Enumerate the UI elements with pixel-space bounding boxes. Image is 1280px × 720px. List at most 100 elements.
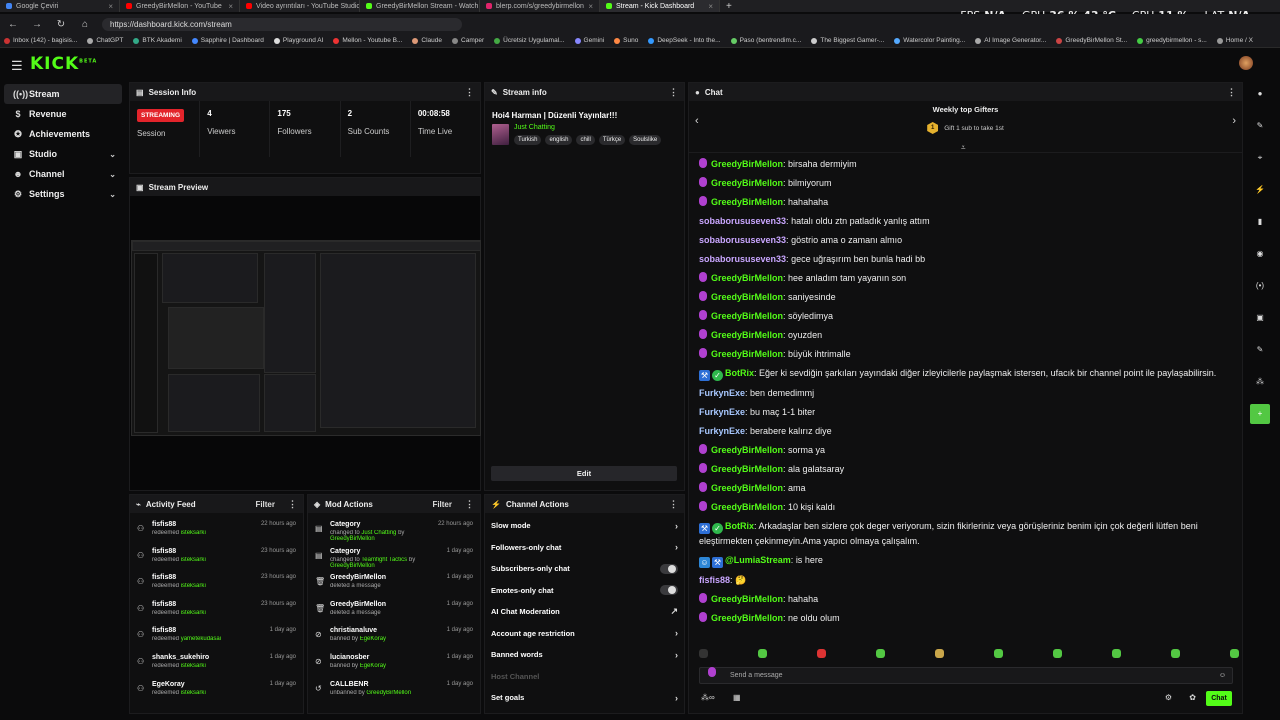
chat-username[interactable]: FurkynExe xyxy=(699,407,745,417)
channel-action-subscribers-only-chat[interactable]: Subscribers-only chat xyxy=(485,558,684,580)
chat-username[interactable]: GreedyBirMellon xyxy=(711,292,783,302)
channel-action-followers-only-chat[interactable]: Followers-only chat › xyxy=(485,537,684,559)
chat-username[interactable]: GreedyBirMellon xyxy=(711,330,783,340)
bookmark-item[interactable]: Camper xyxy=(452,37,484,44)
chat-username[interactable]: fisfis88 xyxy=(699,575,730,585)
gift-icon[interactable]: ✿ xyxy=(1189,693,1196,702)
chat-username[interactable]: GreedyBirMellon xyxy=(711,483,783,493)
browser-tab[interactable]: Google Çeviri × xyxy=(0,0,120,12)
chat-bubble-icon[interactable]: ◉ xyxy=(1250,244,1270,264)
points-icon[interactable]: ⁂∞ xyxy=(701,693,715,702)
mod-action-subject[interactable]: GreedyBirMellon xyxy=(330,601,441,608)
bookmark-item[interactable]: Sapphire | Dashboard xyxy=(191,37,264,44)
lightning-icon[interactable]: ⚡ xyxy=(1250,180,1270,200)
mod-action-subject[interactable]: Category xyxy=(330,548,441,555)
url-field[interactable]: https://dashboard.kick.com/stream xyxy=(102,17,462,31)
pencil-icon[interactable]: ✎ xyxy=(1250,116,1270,136)
chat-username[interactable]: BotRix xyxy=(725,368,754,378)
chat-username[interactable]: GreedyBirMellon xyxy=(711,273,783,283)
new-tab-icon[interactable]: + xyxy=(720,1,732,12)
pin-collapse-icon[interactable]: ⩡ xyxy=(961,143,966,153)
close-icon[interactable]: × xyxy=(708,2,713,11)
kick-logo[interactable]: KICKBETA xyxy=(30,54,97,74)
home-icon[interactable]: ⌂ xyxy=(78,19,92,30)
chat-username[interactable]: GreedyBirMellon xyxy=(711,502,783,512)
browser-tab[interactable]: GreedyBirMellon Stream - Watch× xyxy=(360,0,480,12)
chat-username[interactable]: sobaborususeven33 xyxy=(699,254,786,264)
chat-username[interactable]: GreedyBirMellon xyxy=(711,445,783,455)
emoji-icon[interactable]: ☺ xyxy=(1219,672,1226,679)
emote-icon[interactable] xyxy=(1230,649,1239,658)
sidebar-item-achievements[interactable]: ✪ Achievements xyxy=(4,124,122,144)
channel-action-ai-chat-moderation[interactable]: AI Chat Moderation ↗ xyxy=(485,601,684,623)
add-widget-icon[interactable]: + xyxy=(1250,404,1270,424)
chat-username[interactable]: sobaborususeven33 xyxy=(699,235,786,245)
emote-icon[interactable] xyxy=(994,649,1003,658)
sidebar-item-revenue[interactable]: $ Revenue xyxy=(4,104,122,124)
file-icon[interactable]: ▮ xyxy=(1250,212,1270,232)
close-icon[interactable]: × xyxy=(228,2,233,11)
chat-username[interactable]: BotRix xyxy=(725,521,754,531)
chat-username[interactable]: GreedyBirMellon xyxy=(711,349,783,359)
bookmark-item[interactable]: Playground AI xyxy=(273,37,323,44)
chat-username[interactable]: GreedyBirMellon xyxy=(711,159,783,169)
mod-action-subject[interactable]: christianaluve xyxy=(330,627,441,634)
menu-icon[interactable]: ☰ xyxy=(11,58,23,74)
emote-icon[interactable] xyxy=(876,649,885,658)
activity-user[interactable]: fisfis88 xyxy=(152,521,255,528)
channel-action-emotes-only-chat[interactable]: Emotes-only chat xyxy=(485,580,684,602)
bookmark-item[interactable]: ChatGPT xyxy=(87,37,123,44)
mod-action-subject[interactable]: lucianosber xyxy=(330,654,441,661)
chat-input[interactable]: Send a message ☺ xyxy=(699,667,1233,684)
calendar-icon[interactable]: ▦ xyxy=(733,693,741,702)
toggle-switch[interactable] xyxy=(660,585,678,596)
stream-preview-video[interactable] xyxy=(131,240,481,436)
browser-tab[interactable]: blerp.com/s/greedybirmellon × xyxy=(480,0,600,12)
activity-user[interactable]: fisfis88 xyxy=(152,574,255,581)
chat-username[interactable]: @LumiaStream xyxy=(725,555,791,565)
reload-icon[interactable]: ↻ xyxy=(54,19,68,30)
more-icon[interactable]: ⋮ xyxy=(669,499,678,510)
wrench-icon[interactable]: ✎ xyxy=(1250,340,1270,360)
browser-tab[interactable]: GreedyBirMellon - YouTube × xyxy=(120,0,240,12)
channel-action-banned-words[interactable]: Banned words › xyxy=(485,644,684,666)
toggle-switch[interactable] xyxy=(660,563,678,574)
channel-action-slow-mode[interactable]: Slow mode › xyxy=(485,515,684,537)
browser-tab[interactable]: Video ayrıntıları - YouTube Studio× xyxy=(240,0,360,12)
activity-user[interactable]: fisfis88 xyxy=(152,601,255,608)
more-icon[interactable]: ⋮ xyxy=(465,87,474,98)
sidebar-item-stream[interactable]: ((•)) Stream xyxy=(4,84,122,104)
bookmark-item[interactable]: Paso (bentrendim.c... xyxy=(730,37,801,44)
chat-username[interactable]: GreedyBirMellon xyxy=(711,178,783,188)
emote-icon[interactable] xyxy=(817,649,826,658)
user-avatar[interactable] xyxy=(1239,56,1253,70)
emote-icon[interactable] xyxy=(935,649,944,658)
activity-user[interactable]: shanks_sukehiro xyxy=(152,654,264,661)
chat-username[interactable]: FurkynExe xyxy=(699,426,745,436)
bookmark-item[interactable]: GreedyBirMellon St... xyxy=(1056,37,1127,44)
channel-action-account-age-restriction[interactable]: Account age restriction › xyxy=(485,623,684,645)
people-icon[interactable]: ⁂ xyxy=(1250,372,1270,392)
chat-username[interactable]: FurkynExe xyxy=(699,388,745,398)
bookmark-item[interactable]: Suno xyxy=(614,37,638,44)
broadcast-icon[interactable]: (•) xyxy=(1250,276,1270,296)
crosshair-icon[interactable]: ⌖ xyxy=(1250,148,1270,168)
mod-action-subject[interactable]: GreedyBirMellon xyxy=(330,574,441,581)
forward-icon[interactable]: → xyxy=(30,19,44,30)
emote-icon[interactable] xyxy=(1171,649,1180,658)
sidebar-item-studio[interactable]: ▣ Studio ⌄ xyxy=(4,144,122,164)
chat-username[interactable]: GreedyBirMellon xyxy=(711,311,783,321)
activity-user[interactable]: fisfis88 xyxy=(152,627,264,634)
more-icon[interactable]: ⋮ xyxy=(669,87,678,98)
bookmark-item[interactable]: Gemini xyxy=(574,37,604,44)
more-icon[interactable]: ⋮ xyxy=(465,499,474,510)
chevron-left-icon[interactable]: ‹ xyxy=(695,115,699,127)
bookmark-item[interactable]: DeepSeek - Into the... xyxy=(648,37,721,44)
activity-user[interactable]: EgeKoray xyxy=(152,681,264,688)
more-icon[interactable]: ⋮ xyxy=(288,499,297,510)
bookmark-item[interactable]: BTK Akademi xyxy=(133,37,182,44)
chevron-right-icon[interactable]: › xyxy=(1232,115,1236,127)
send-chat-button[interactable]: Chat xyxy=(1206,691,1232,706)
filter-button[interactable]: Filter xyxy=(255,500,275,509)
video-icon[interactable]: ▣ xyxy=(1250,308,1270,328)
